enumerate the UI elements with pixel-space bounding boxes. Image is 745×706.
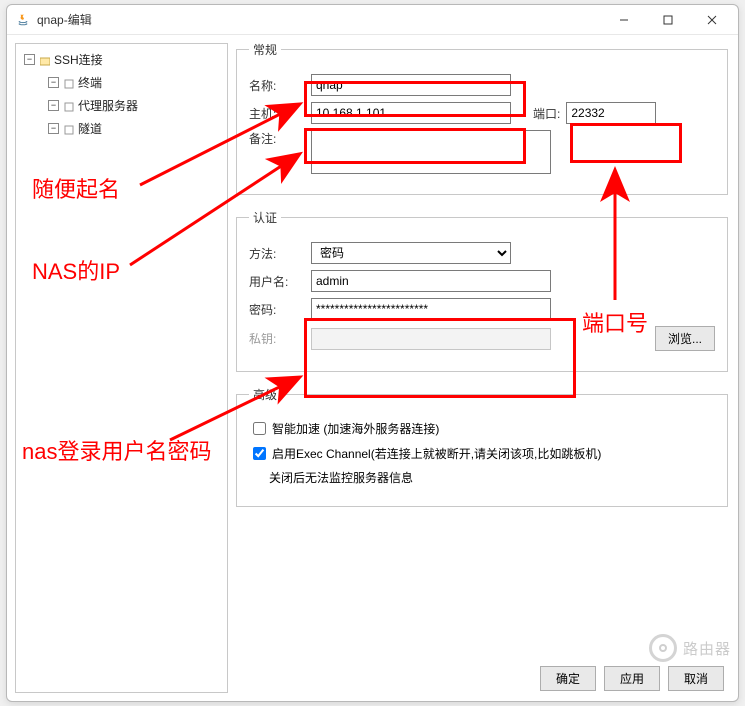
cancel-button[interactable]: 取消 <box>668 666 724 691</box>
group-general: 常规 名称: 主机: 端口: 备注: <box>236 41 728 195</box>
collapse-icon[interactable]: − <box>48 100 59 111</box>
tree-item-proxy[interactable]: − 代理服务器 <box>18 94 225 117</box>
collapse-icon[interactable]: − <box>24 54 35 65</box>
label-privatekey: 私钥: <box>249 330 311 347</box>
username-input[interactable] <box>311 270 551 292</box>
tree-root-ssh[interactable]: − SSH连接 <box>18 48 225 71</box>
exec-channel-label: 启用Exec Channel(若连接上就被断开,请关闭该项,比如跳板机) <box>272 445 601 462</box>
tree-label: 隧道 <box>78 120 102 137</box>
host-input[interactable] <box>311 102 511 124</box>
app-window: qnap-编辑 − SSH连接 − 终端 − 代理服务器 − <box>6 4 739 702</box>
label-note: 备注: <box>249 130 311 147</box>
collapse-icon[interactable]: − <box>48 77 59 88</box>
note-input[interactable] <box>311 130 551 174</box>
browse-button[interactable]: 浏览... <box>655 326 715 351</box>
group-advanced: 高级 智能加速 (加速海外服务器连接) 启用Exec Channel(若连接上就… <box>236 386 728 507</box>
ok-button[interactable]: 确定 <box>540 666 596 691</box>
titlebar: qnap-编辑 <box>7 5 738 35</box>
legend-auth: 认证 <box>249 209 281 226</box>
smart-accel-checkbox[interactable] <box>253 422 266 435</box>
label-name: 名称: <box>249 77 311 94</box>
maximize-button[interactable] <box>646 6 690 34</box>
tree-label: SSH连接 <box>54 51 103 68</box>
legend-advanced: 高级 <box>249 386 281 403</box>
legend-general: 常规 <box>249 41 281 58</box>
close-button[interactable] <box>690 6 734 34</box>
name-input[interactable] <box>311 74 511 96</box>
exec-channel-hint: 关闭后无法监控服务器信息 <box>269 469 413 486</box>
sidebar-tree: − SSH连接 − 终端 − 代理服务器 − 隧道 <box>15 43 228 693</box>
port-input[interactable] <box>566 102 656 124</box>
tree-label: 终端 <box>78 74 102 91</box>
label-port: 端口: <box>533 105 560 122</box>
label-username: 用户名: <box>249 273 311 290</box>
exec-channel-checkbox[interactable] <box>253 447 266 460</box>
main-panel: 常规 名称: 主机: 端口: 备注: 认证 <box>234 35 738 701</box>
tree-item-tunnel[interactable]: − 隧道 <box>18 117 225 140</box>
method-select[interactable]: 密码 <box>311 242 511 264</box>
password-input[interactable] <box>311 298 551 320</box>
dialog-footer: 确定 应用 取消 <box>540 666 724 691</box>
folder-icon <box>40 55 50 65</box>
privatekey-input <box>311 328 551 350</box>
label-method: 方法: <box>249 245 311 262</box>
tree-item-terminal[interactable]: − 终端 <box>18 71 225 94</box>
java-icon <box>15 12 31 28</box>
tree-label: 代理服务器 <box>78 97 138 114</box>
apply-button[interactable]: 应用 <box>604 666 660 691</box>
collapse-icon[interactable]: − <box>48 123 59 134</box>
window-title: qnap-编辑 <box>37 11 92 28</box>
group-auth: 认证 方法: 密码 用户名: 密码: 私钥: <box>236 209 728 372</box>
leaf-icon <box>64 101 74 111</box>
label-host: 主机: <box>249 105 311 122</box>
leaf-icon <box>64 124 74 134</box>
minimize-button[interactable] <box>602 6 646 34</box>
smart-accel-label: 智能加速 (加速海外服务器连接) <box>272 420 439 437</box>
label-password: 密码: <box>249 301 311 318</box>
leaf-icon <box>64 78 74 88</box>
